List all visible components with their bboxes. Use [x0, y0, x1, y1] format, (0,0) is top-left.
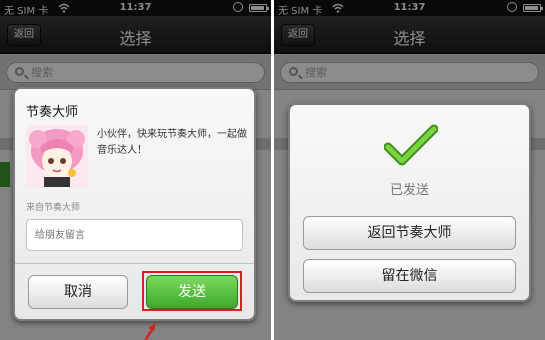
cancel-button[interactable]: 取消: [28, 275, 128, 309]
sent-dialog: 已发送 返回节奏大师 留在微信: [288, 103, 531, 302]
phone-screen-sent: 无 SIM 卡 11:37 返回 选择 搜索 已发送 返回节奏大师 留在微信: [274, 0, 545, 340]
divider: [15, 263, 254, 264]
arrow-pointer-icon: [144, 323, 156, 340]
source-label: 来自节奏大师: [26, 203, 81, 213]
message-input[interactable]: [26, 219, 243, 251]
share-dialog: 节奏大师 小伙伴，快来玩节奏大师，一起做音乐达人！ 来自节奏大师 取消 发送: [13, 87, 256, 321]
send-button[interactable]: 发送: [146, 275, 238, 309]
app-description: 小伙伴，快来玩节奏大师，一起做音乐达人！: [97, 129, 247, 156]
return-to-app-button[interactable]: 返回节奏大师: [303, 216, 516, 250]
checkmark-icon: [384, 124, 438, 166]
phone-screen-share: 无 SIM 卡 11:37 返回 选择 搜索 节奏大师 小伙伴，快来玩节奏大师，…: [0, 0, 271, 340]
avatar-image: [26, 125, 88, 187]
stay-in-wechat-button[interactable]: 留在微信: [303, 259, 516, 293]
sent-status-label: 已发送: [389, 183, 429, 198]
app-name: 节奏大师: [26, 105, 79, 120]
